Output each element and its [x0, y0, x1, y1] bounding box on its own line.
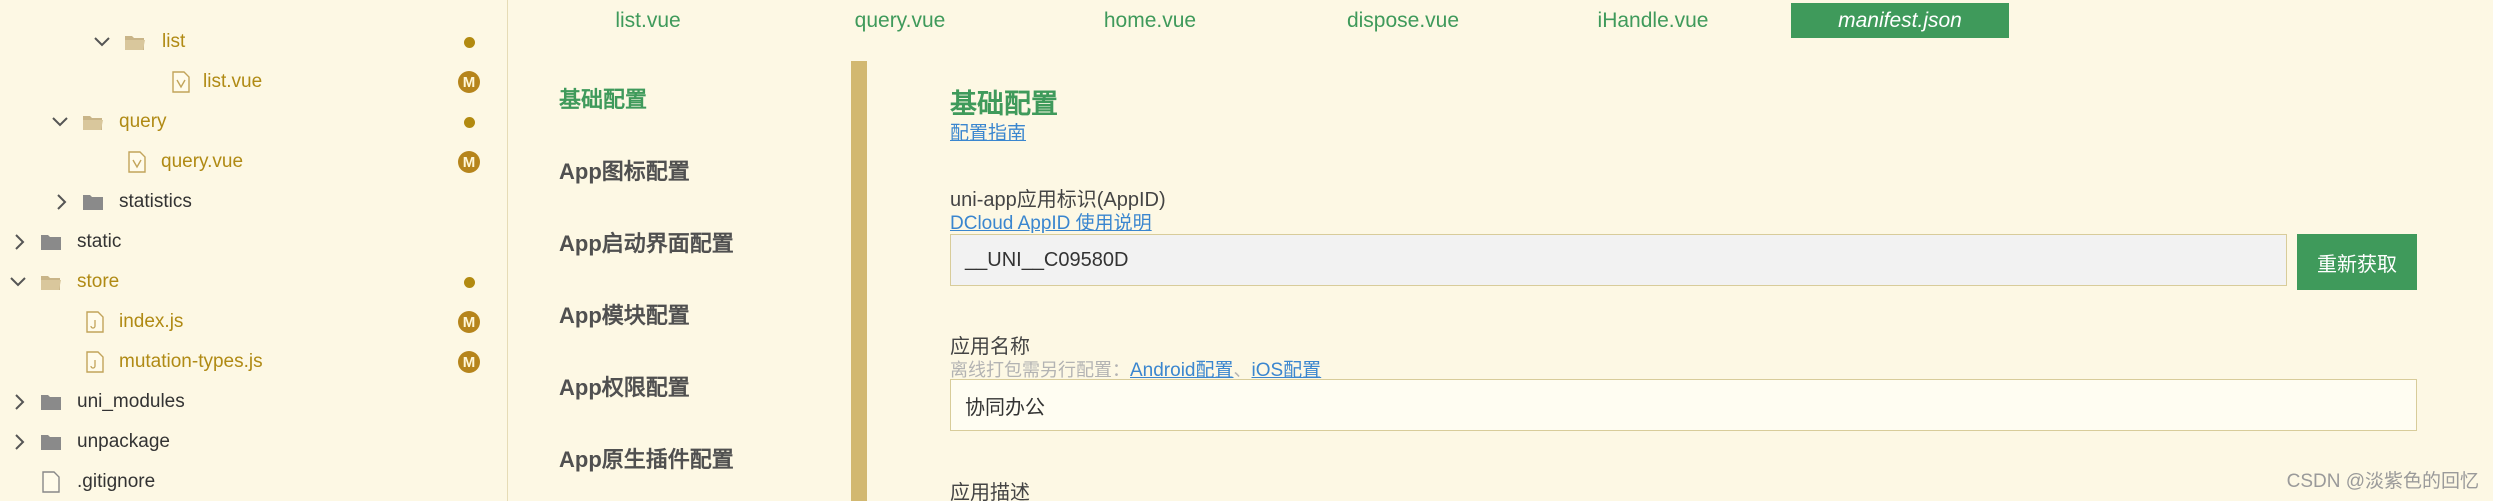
file-explorer: list list.vue M query query.vue M statis… [0, 0, 508, 501]
nav-divider [851, 61, 867, 501]
tab-label: iHandle.vue [1597, 8, 1709, 32]
modified-badge: M [458, 71, 480, 93]
tree-item-list-vue[interactable]: list.vue M [0, 62, 507, 102]
tree-item-label: index.js [119, 311, 184, 332]
editor-tab-bar: list.vue query.vue home.vue dispose.vue … [508, 0, 2493, 40]
tab-manifest-json[interactable]: manifest.json [1791, 3, 2009, 38]
chevron-right-icon[interactable] [10, 232, 30, 252]
section-title: 基础配置 [950, 89, 1058, 119]
tab-label: home.vue [1103, 8, 1197, 32]
tree-item-label: statistics [119, 191, 192, 212]
tree-item-unpackage-folder[interactable]: unpackage [0, 422, 507, 462]
tree-item-label: .gitignore [77, 471, 156, 492]
tree-item-label: list [162, 31, 186, 52]
appid-value: __UNI__C09580D [965, 248, 1129, 271]
modified-dot [458, 111, 480, 133]
tree-item-mutation-types-js[interactable]: mutation-types.js M [0, 342, 507, 382]
folder-icon [40, 231, 62, 253]
folder-icon [40, 431, 62, 453]
vue-file-icon [170, 71, 192, 93]
tree-item-list-folder[interactable]: list [0, 22, 507, 62]
tree-item-statistics-folder[interactable]: statistics [0, 182, 507, 222]
appdesc-label: 应用描述 [950, 482, 1030, 501]
folder-icon [82, 191, 104, 213]
tree-item-label: uni_modules [77, 391, 185, 412]
config-guide-link[interactable]: 配置指南 [950, 118, 1026, 145]
tree-item-label: list.vue [203, 71, 263, 92]
tab-label: dispose.vue [1346, 8, 1460, 32]
chevron-right-icon[interactable] [10, 432, 30, 452]
tree-item-query-vue[interactable]: query.vue M [0, 142, 507, 182]
folder-icon [40, 391, 62, 413]
button-label: 重新获取 [2317, 253, 2397, 276]
offline-packaging-hint: 离线打包需另行配置：Android配置、iOS配置 [950, 355, 1321, 382]
tree-item-uni-modules-folder[interactable]: uni_modules [0, 382, 507, 422]
ios-config-link[interactable]: iOS配置 [1252, 360, 1322, 381]
appname-value: 协同办公 [965, 396, 1045, 419]
hint-separator: 、 [1233, 360, 1252, 380]
chevron-right-icon[interactable] [10, 392, 30, 412]
chevron-down-icon[interactable] [92, 32, 112, 52]
tree-item-label: query [119, 111, 167, 132]
hint-text: 离线打包需另行配置： [950, 360, 1130, 380]
config-nav-permissions[interactable]: App权限配置 [559, 370, 690, 402]
hbuilder-window: list list.vue M query query.vue M statis… [0, 0, 2493, 501]
tab-label: list.vue [615, 8, 681, 32]
modified-dot [458, 31, 480, 53]
modified-badge: M [458, 311, 480, 333]
modified-dot [458, 271, 480, 293]
regenerate-appid-button[interactable]: 重新获取 [2297, 234, 2417, 290]
tab-label: query.vue [854, 8, 946, 32]
tab-ihandle-vue[interactable]: iHandle.vue [1578, 3, 1728, 38]
tree-item-label: query.vue [161, 151, 244, 172]
config-nav-splash[interactable]: App启动界面配置 [559, 226, 734, 258]
folder-open-icon [124, 31, 146, 53]
chevron-down-icon[interactable] [50, 112, 70, 132]
tab-label: manifest.json [1838, 8, 1962, 32]
tree-item-query-folder[interactable]: query [0, 102, 507, 142]
folder-open-icon [40, 271, 62, 293]
tree-item-label: store [77, 271, 120, 292]
js-file-icon [84, 351, 106, 373]
modified-badge: M [458, 151, 480, 173]
config-nav-basic[interactable]: 基础配置 [559, 82, 647, 114]
tree-item-static-folder[interactable]: static [0, 222, 507, 262]
tree-item-store-folder[interactable]: store [0, 262, 507, 302]
modified-badge: M [458, 351, 480, 373]
appname-field[interactable]: 协同办公 [950, 379, 2417, 431]
config-nav-modules[interactable]: App模块配置 [559, 298, 690, 330]
config-nav-native-plugins[interactable]: App原生插件配置 [559, 442, 734, 474]
tab-list-vue[interactable]: list.vue [588, 3, 708, 38]
tree-item-index-js[interactable]: index.js M [0, 302, 507, 342]
chevron-right-icon[interactable] [52, 192, 72, 212]
chevron-down-icon[interactable] [8, 272, 28, 292]
js-file-icon [84, 311, 106, 333]
tree-item-label: unpackage [77, 431, 170, 452]
config-nav-app-icon[interactable]: App图标配置 [559, 154, 690, 186]
watermark: CSDN @淡紫色的回忆 [2286, 471, 2479, 492]
folder-open-icon [82, 111, 104, 133]
tree-item-gitignore[interactable]: .gitignore [0, 462, 507, 501]
tab-home-vue[interactable]: home.vue [1080, 3, 1220, 38]
android-config-link[interactable]: Android配置 [1130, 360, 1234, 381]
tab-query-vue[interactable]: query.vue [830, 3, 970, 38]
appid-field[interactable]: __UNI__C09580D [950, 234, 2287, 286]
tab-dispose-vue[interactable]: dispose.vue [1328, 3, 1478, 38]
appid-help-link[interactable]: DCloud AppID 使用说明 [950, 208, 1152, 235]
vue-file-icon [126, 151, 148, 173]
manifest-editor: 基础配置 配置指南 uni-app应用标识(AppID) DCloud AppI… [867, 40, 2493, 501]
config-nav: 基础配置 App图标配置 App启动界面配置 App模块配置 App权限配置 A… [508, 40, 851, 501]
file-icon [40, 471, 62, 493]
tree-item-label: static [77, 231, 122, 252]
tree-item-label: mutation-types.js [119, 351, 263, 372]
